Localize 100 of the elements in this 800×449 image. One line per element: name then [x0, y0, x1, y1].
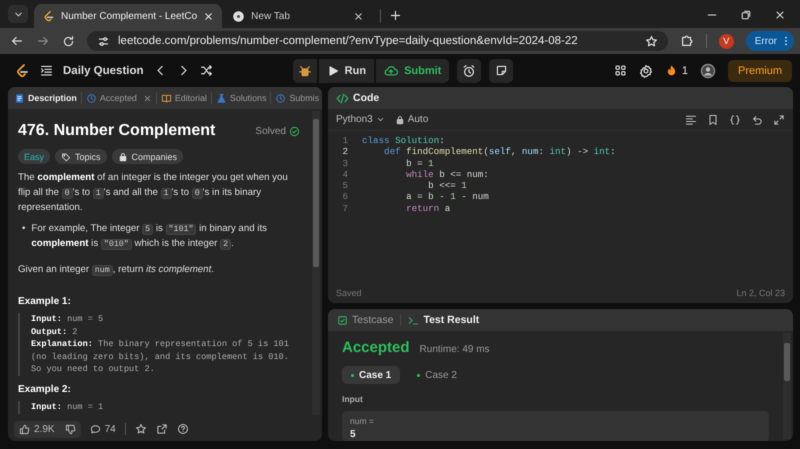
run-button[interactable]: Run [318, 58, 374, 82]
address-bar[interactable]: leetcode.com/problems/number-complement/?envType=daily-question&envId=2024-08-22 [87, 31, 668, 51]
profile-avatar[interactable]: V [718, 34, 734, 48]
leetcode-logo-icon[interactable] [42, 10, 55, 22]
format-icon[interactable] [685, 114, 697, 126]
example-line: Input: num = 1 [31, 400, 104, 414]
help-icon[interactable] [176, 423, 189, 435]
line-number: 2 [341, 146, 349, 158]
settings-icon[interactable] [638, 64, 653, 78]
line-number: 1 [341, 135, 349, 146]
book-icon [160, 92, 172, 104]
alarm-clock-icon [462, 64, 476, 78]
example-heading: Example 1: [18, 296, 72, 307]
runtime-label: Runtime: 49 ms [420, 344, 490, 355]
restore-icon[interactable] [740, 9, 752, 21]
problem-paragraph: The complement of an integer is the integer you get when you flip all the 0 's to 1 's and all the 1 's to 0 's in its binary representation. [18, 171, 289, 215]
profile-error-button[interactable]: Error [746, 31, 794, 51]
line-number: 7 [341, 202, 349, 214]
bullet-marker: • [22, 222, 26, 236]
close-icon[interactable] [774, 9, 786, 21]
terminal-icon [408, 314, 420, 326]
panel-tab[interactable]: Solutions [214, 87, 268, 109]
forward-icon[interactable] [36, 34, 50, 48]
example-heading: Example 2: [18, 384, 72, 395]
panel-tab[interactable]: Submis [273, 87, 322, 109]
case-tab[interactable]: Case 1 [342, 366, 400, 384]
streak-count: 1 [682, 64, 688, 76]
list-icon[interactable] [40, 64, 53, 77]
shuffle-icon[interactable] [200, 64, 213, 77]
scrollbar[interactable] [783, 333, 791, 439]
input-label: Input [342, 394, 364, 404]
line-number: 4 [341, 168, 349, 180]
line-number: 5 [341, 180, 349, 192]
undo-icon[interactable] [751, 114, 763, 126]
line-number: 3 [341, 158, 349, 169]
problem-list-title[interactable]: Daily Question [63, 64, 144, 76]
companies-tag[interactable]: Companies [112, 149, 184, 164]
code-line: while b <= num: [405, 168, 489, 180]
tag-icon [61, 152, 72, 162]
scrollbar[interactable] [312, 111, 320, 415]
browser-tab[interactable]: New Tab [224, 4, 372, 28]
avatar-icon[interactable] [700, 62, 716, 78]
clock-icon [275, 92, 286, 104]
panel-tab[interactable]: Test Result [405, 314, 482, 326]
problem-paragraph: Given an integer num , return its complement. [18, 262, 215, 278]
panel-tab[interactable]: Accepted [84, 87, 154, 109]
chrome-icon[interactable] [232, 10, 246, 22]
solved-label: Solved [255, 126, 286, 136]
parameter-name: num = [350, 416, 375, 426]
reload-icon[interactable] [62, 34, 75, 48]
example-line: Input: num = 5 [31, 313, 104, 326]
tab-search-button[interactable] [8, 5, 28, 23]
grid-icon[interactable] [614, 64, 627, 77]
thumbs-down-icon [64, 424, 76, 434]
browser-tab[interactable]: Number Complement - LeetCo [34, 4, 222, 28]
code-line: b <<= 1 [427, 180, 467, 192]
language-dropdown[interactable]: Python3 [336, 114, 385, 125]
timer-button[interactable] [457, 58, 482, 82]
bug-icon [298, 64, 312, 78]
panel-tab[interactable]: Editorial [158, 87, 209, 109]
thumbs-up-icon [19, 424, 30, 434]
panel-tab[interactable]: Description [12, 87, 79, 109]
flask-icon [216, 92, 227, 104]
tab-title: New Tab [251, 10, 291, 22]
bookmark-icon[interactable] [707, 114, 719, 126]
share-icon[interactable] [156, 423, 168, 435]
example-line: Output: 2 [31, 326, 78, 338]
difficulty-tag[interactable]: Easy [18, 149, 50, 164]
mode-label: Auto [408, 114, 428, 125]
save-status: Saved [336, 288, 362, 298]
close-icon[interactable] [353, 10, 364, 22]
premium-button[interactable]: Premium [728, 60, 792, 82]
star-icon[interactable] [134, 423, 147, 435]
leetcode-logo-icon[interactable] [14, 62, 30, 78]
code-line: def findComplement(self, num: int) -> int: [383, 146, 616, 158]
code-line: return a [405, 202, 450, 214]
panel-tab[interactable]: Testcase [334, 314, 396, 326]
submit-button[interactable]: Submit [376, 58, 450, 82]
comment-icon [90, 424, 101, 434]
document-icon [14, 92, 25, 104]
new-tab-icon[interactable] [389, 9, 402, 22]
problem-title: 476. Number Complement [18, 122, 216, 140]
cloud-upload-icon [384, 64, 398, 78]
case-tab[interactable]: Case 2 [408, 366, 466, 384]
notes-button[interactable] [489, 58, 514, 82]
parameter-value: 5 [350, 429, 357, 440]
clock-icon [86, 92, 97, 104]
topics-tag[interactable]: Topics [55, 149, 107, 164]
debug-button[interactable] [292, 58, 317, 82]
panel-title: Code [353, 92, 380, 104]
back-icon[interactable] [10, 34, 24, 48]
verdict-label: Accepted [342, 339, 410, 356]
close-icon[interactable] [203, 10, 214, 22]
puzzle-icon[interactable] [680, 34, 694, 48]
expand-icon[interactable] [773, 114, 785, 126]
tab-title: Number Complement - LeetCo [61, 10, 198, 22]
example-note: For example, The integer 5 is "101" in binary and its complement is "010" which is the integer 2 . [31, 222, 268, 252]
comments-button[interactable]: 74 [90, 424, 116, 434]
braces-icon[interactable] [729, 114, 741, 126]
site-settings-icon[interactable] [97, 34, 110, 48]
